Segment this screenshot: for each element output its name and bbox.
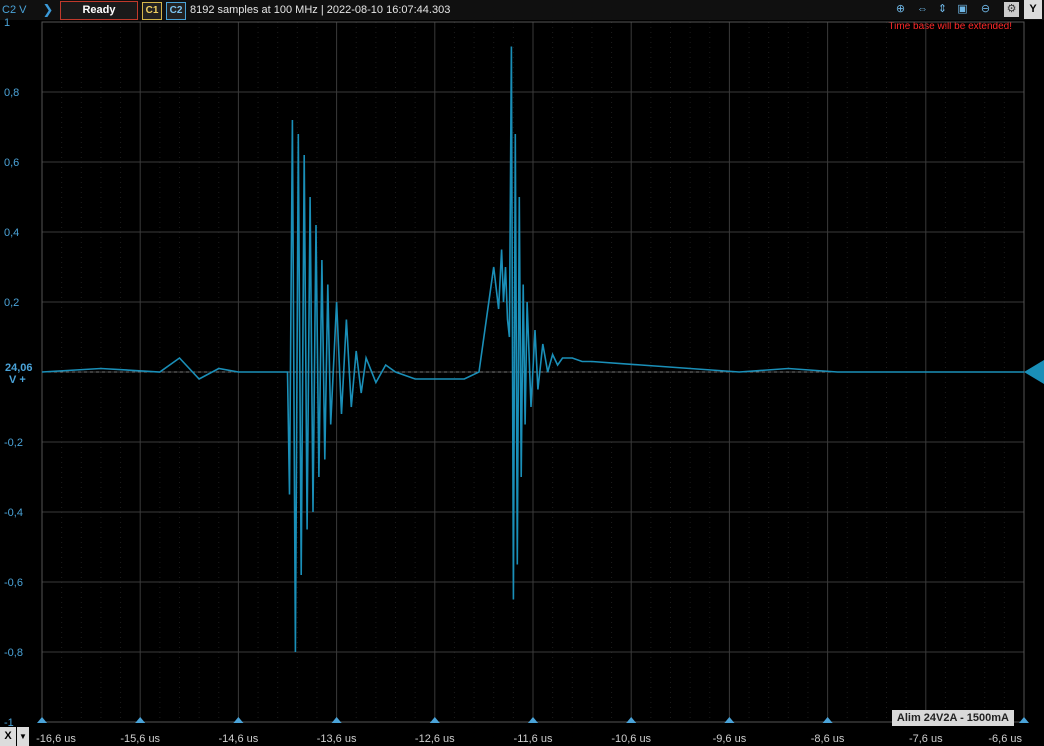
x-tick-label: -8,6 us [811, 733, 845, 745]
x-tick-label: -9,6 us [713, 733, 747, 745]
offset-value: 24,06 [5, 362, 33, 374]
y-tick-label: 0,2 [4, 297, 19, 309]
y-tick-label: 0,4 [4, 227, 19, 239]
x-tick-marker [528, 717, 538, 723]
x-tick-marker [822, 717, 833, 723]
x-tick-label: -12,6 us [415, 733, 455, 745]
y-tick-label: -0,2 [4, 437, 23, 449]
y-tick-label: 0,8 [4, 87, 19, 99]
instrument-label: Alim 24V2A - 1500mA [891, 710, 1014, 726]
y-tick-label: -0,8 [4, 647, 23, 659]
y-tick-label: 1 [4, 17, 10, 29]
y-tick-label: 0,6 [4, 157, 19, 169]
x-tick-marker [1019, 717, 1029, 723]
x-tick-label: -13,6 us [317, 733, 357, 745]
x-tick-marker [626, 717, 637, 723]
offset-marker-icon[interactable] [1024, 360, 1044, 384]
x-axis-button[interactable]: X [0, 727, 16, 746]
x-tick-marker [331, 717, 342, 723]
x-tick-marker [37, 717, 47, 723]
x-tick-marker [135, 717, 146, 723]
x-tick-label: -16,6 us [36, 733, 76, 745]
x-tick-label: -15,6 us [120, 733, 160, 745]
oscilloscope-chart: 10,80,60,40,2-0,2-0,4-0,6-0,8-1 -16,6 us… [4, 17, 1044, 745]
x-tick-marker [233, 717, 244, 723]
x-tick-labels: -16,6 us -15,6 us -14,6 us -13,6 us -12,6 us… [36, 717, 1029, 745]
x-tick-marker [724, 717, 735, 723]
y-tick-label: -0,6 [4, 577, 23, 589]
x-tick-label: -14,6 us [219, 733, 259, 745]
x-tick-label: -11,6 us [514, 733, 553, 745]
x-tick-marker [429, 717, 440, 723]
offset-unit: V + [9, 374, 26, 386]
y-tick-label: -0,4 [4, 507, 23, 519]
x-tick-label: -10,6 us [611, 733, 651, 745]
x-tick-label: -7,6 us [909, 733, 943, 745]
x-dropdown-icon[interactable]: ▼ [17, 727, 29, 746]
x-tick-label: -6,6 us [988, 733, 1022, 745]
